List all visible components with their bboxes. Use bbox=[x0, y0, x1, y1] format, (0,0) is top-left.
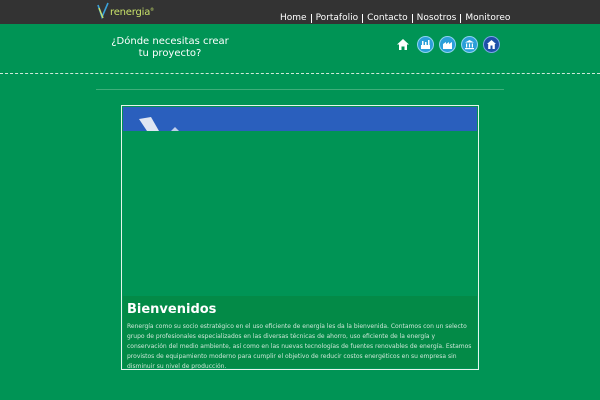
nav-portafolio[interactable]: Portafolio bbox=[312, 13, 363, 24]
section-divider bbox=[96, 89, 504, 90]
site-logo[interactable]: renergia ® bbox=[97, 2, 154, 20]
project-type-icons bbox=[395, 35, 505, 53]
dashed-divider bbox=[0, 73, 600, 74]
project-question: ¿Dónde necesitas crear tu proyecto? bbox=[111, 36, 229, 59]
slide-graphic-icon bbox=[139, 117, 179, 131]
house-icon[interactable] bbox=[483, 35, 500, 53]
nav-monitoreo[interactable]: Monitoreo bbox=[461, 13, 514, 24]
top-bar: renergia ® Home Portafolio Contacto Noso… bbox=[0, 0, 600, 24]
government-building-icon[interactable] bbox=[461, 35, 478, 53]
nav-contacto[interactable]: Contacto bbox=[363, 13, 412, 24]
factory-icon[interactable] bbox=[439, 35, 456, 53]
nav-nosotros[interactable]: Nosotros bbox=[413, 13, 461, 24]
logo-mark-icon bbox=[97, 2, 109, 20]
industry-icon[interactable] bbox=[417, 35, 434, 53]
slide-banner bbox=[123, 107, 477, 131]
welcome-slider: Bienvenidos Renergía como su socio estra… bbox=[121, 105, 479, 370]
home-icon[interactable] bbox=[395, 35, 411, 53]
logo-registered-mark: ® bbox=[150, 6, 155, 12]
nav-home[interactable]: Home bbox=[276, 13, 311, 24]
logo-text: renergia bbox=[110, 6, 151, 18]
welcome-text: Renergía como su socio estratégico en el… bbox=[127, 323, 472, 370]
welcome-title: Bienvenidos bbox=[127, 302, 217, 317]
main-nav: Home Portafolio Contacto Nosotros Monito… bbox=[276, 12, 514, 24]
welcome-caption: Bienvenidos Renergía como su socio estra… bbox=[123, 296, 477, 370]
